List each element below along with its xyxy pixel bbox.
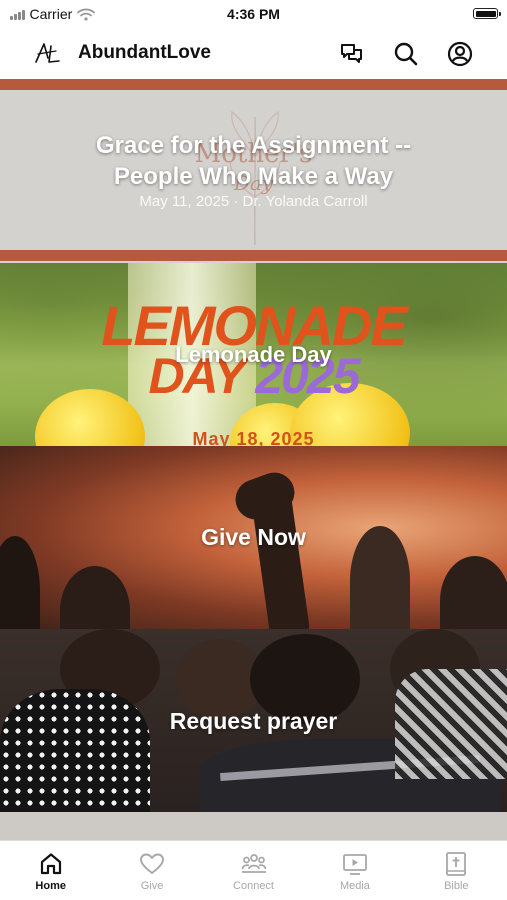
search-icon[interactable]	[392, 40, 420, 68]
app-header: AbundantLove	[0, 30, 507, 78]
tab-connect[interactable]: Connect	[203, 841, 304, 900]
sermon-subtitle: May 11, 2025 · Dr. Yolanda Carroll	[139, 193, 368, 210]
crowd-figure	[440, 556, 507, 629]
bg-date: May 18, 2025	[192, 429, 315, 446]
profile-icon[interactable]	[446, 40, 474, 68]
app-logo	[35, 43, 60, 63]
app-title: AbundantLove	[78, 42, 211, 63]
tab-connect-label: Connect	[233, 880, 274, 892]
tab-home-label: Home	[35, 880, 66, 892]
lemonade-day-card[interactable]: LEMONADE DAY 2025 Lemonade Day May 18, 2…	[0, 263, 507, 446]
sermon-title-line2: People Who Make a Way	[113, 163, 394, 190]
tab-give-label: Give	[140, 880, 164, 892]
request-prayer-title: Request prayer	[169, 708, 338, 734]
tab-bible-label: Bible	[444, 880, 469, 892]
tab-media[interactable]: Media	[304, 841, 405, 900]
home-icon	[40, 853, 61, 875]
sermon-card[interactable]: Mother's Day Grace for the Assignment --…	[0, 79, 507, 263]
content-feed[interactable]: Mother's Day Grace for the Assignment --…	[0, 79, 507, 841]
status-time: 4:36 PM	[227, 6, 280, 22]
people-icon	[241, 854, 266, 873]
tab-bar: Home Give Connect Media Bible	[0, 840, 507, 900]
give-now-title: Give Now	[201, 524, 306, 550]
tab-home[interactable]: Home	[0, 841, 101, 900]
bible-icon	[446, 852, 467, 876]
heart-icon	[140, 853, 165, 874]
accent-band-top	[0, 79, 507, 90]
play-icon	[343, 854, 367, 875]
status-bar: Carrier 4:36 PM	[0, 0, 507, 30]
request-prayer-card[interactable]: Request prayer	[0, 629, 507, 812]
next-card-partial[interactable]	[0, 812, 507, 841]
accent-band-bottom	[0, 250, 507, 261]
tab-bible[interactable]: Bible	[406, 841, 507, 900]
tab-give[interactable]: Give	[101, 841, 202, 900]
give-now-card[interactable]: Give Now	[0, 446, 507, 629]
tab-media-label: Media	[339, 880, 370, 892]
lemonade-title: Lemonade Day	[175, 342, 332, 367]
crowd-figure	[60, 566, 130, 629]
sermon-title-line1: Grace for the Assignment --	[95, 132, 412, 159]
chat-icon[interactable]	[338, 40, 366, 68]
battery-icon	[473, 8, 501, 19]
